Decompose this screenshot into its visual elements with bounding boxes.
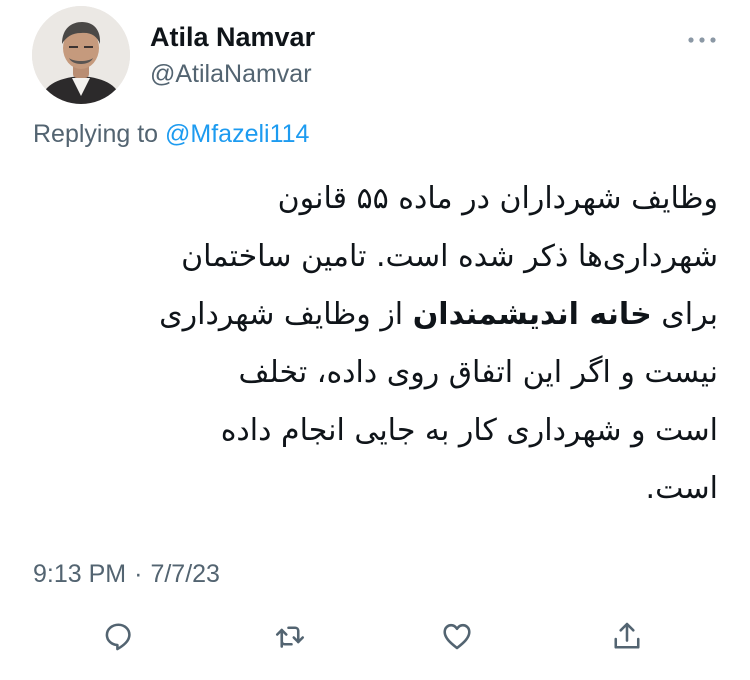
reply-button[interactable] xyxy=(94,612,142,660)
tweet-bold-text: خانه اندیشمندان xyxy=(412,297,652,332)
avatar-photo xyxy=(32,6,130,104)
retweet-icon xyxy=(275,626,305,648)
tweet-text-segment: برای xyxy=(651,297,718,332)
replying-to-label: Replying to xyxy=(33,120,166,148)
tweet-line: وظایف شهرداران در ماده ۵۵ قانون xyxy=(277,181,718,216)
avatar[interactable] xyxy=(32,6,130,104)
reply-mention-link[interactable]: @Mfazeli114 xyxy=(165,120,309,148)
tweet-line: نیست و اگر این اتفاق روی داده، تخلف xyxy=(238,355,718,390)
action-bar xyxy=(0,612,750,660)
tweet-timestamp[interactable]: 9:13 PM · 7/7/23 xyxy=(33,560,220,589)
tweet-line: است و شهرداری کار به جایی انجام داده xyxy=(220,413,718,448)
tweet-text-segment: از وظایف شهرداری xyxy=(159,297,413,332)
like-button[interactable] xyxy=(433,612,481,660)
tweet-text: وظایف شهرداران در ماده ۵۵ قانون شهرداری‌… xyxy=(40,170,718,518)
tweet-date: 7/7/23 xyxy=(150,560,220,588)
author-handle[interactable]: @AtilaNamvar xyxy=(150,60,312,89)
tweet-line: شهرداری‌ها ذکر شده است. تامین ساختمان xyxy=(181,239,718,274)
share-icon xyxy=(614,622,640,649)
tweet: Atila Namvar @AtilaNamvar Replying to @M… xyxy=(0,0,750,680)
share-button[interactable] xyxy=(603,612,651,660)
timestamp-separator: · xyxy=(134,560,143,588)
tweet-line: است. xyxy=(645,471,718,506)
replying-to: Replying to @Mfazeli114 xyxy=(33,120,309,149)
more-dots-icon xyxy=(688,37,716,43)
retweet-button[interactable] xyxy=(266,612,314,660)
reply-icon xyxy=(105,623,131,651)
more-options-button[interactable] xyxy=(684,30,720,50)
author-name[interactable]: Atila Namvar xyxy=(150,22,315,53)
like-icon xyxy=(443,623,471,650)
tweet-time: 9:13 PM xyxy=(33,560,127,588)
tweet-line: برای خانه اندیشمندان از وظایف شهرداری xyxy=(40,286,718,344)
